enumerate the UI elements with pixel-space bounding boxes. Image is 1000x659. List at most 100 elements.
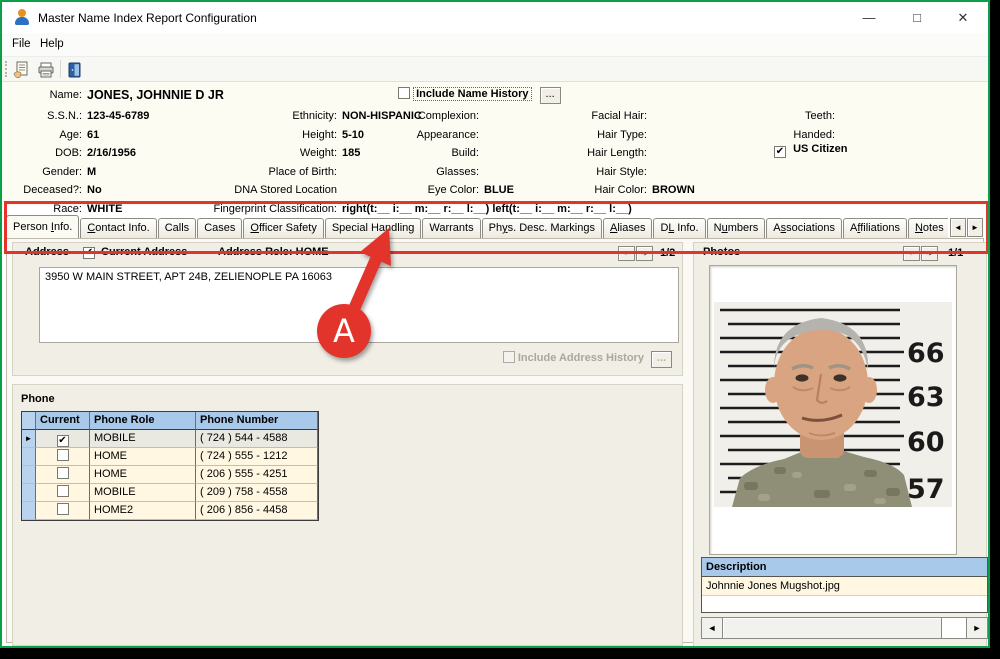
gender-value: M [87, 166, 96, 178]
app-window: Master Name Index Report Configuration —… [0, 0, 990, 648]
address-role-label: Address Role: HOME [218, 246, 329, 258]
tab-warrants[interactable]: Warrants [422, 218, 480, 238]
description-empty-area [702, 596, 987, 612]
scroll-right-icon[interactable]: ► [966, 617, 988, 639]
tab-aliases[interactable]: Aliases [603, 218, 652, 238]
phone-header-number: Phone Number [196, 412, 318, 430]
phone-current-checkbox[interactable] [57, 467, 69, 479]
phone-cell-number[interactable]: ( 209 ) 758 - 4558 [196, 484, 318, 502]
phone-cell-number[interactable]: ( 206 ) 555 - 4251 [196, 466, 318, 484]
phone-cell-role[interactable]: HOME [90, 448, 196, 466]
address-group: Address ✔ Current Address Address Role: … [12, 242, 683, 376]
phone-current-checkbox[interactable] [57, 449, 69, 461]
phone-cell-current [36, 502, 90, 520]
photos-next-icon[interactable]: -> [921, 246, 938, 261]
minimize-button[interactable]: — [852, 2, 886, 33]
scrollbar-track[interactable] [723, 617, 966, 639]
eye-color-label: Eye Color: [362, 181, 484, 200]
row-marker-cell[interactable] [22, 502, 36, 520]
name-value: JONES, JOHNNIE D JR [87, 88, 224, 102]
form-column-5: Teeth: Handed: [730, 107, 840, 144]
name-history-more-button[interactable]: ... [540, 87, 561, 104]
phone-cell-number[interactable]: ( 206 ) 856 - 4458 [196, 502, 318, 520]
form-column-3: Complexion: Appearance: Build: Glasses: … [362, 107, 514, 200]
tab-phys-desc-markings[interactable]: Phys. Desc. Markings [482, 218, 602, 238]
tab-calls[interactable]: Calls [158, 218, 196, 238]
weight-value: 185 [342, 147, 360, 159]
row-marker-cell[interactable]: ► [22, 430, 36, 448]
height-value: 5-10 [342, 129, 364, 141]
include-address-history-row: Include Address History ... [503, 351, 672, 368]
phone-table: Current Phone Role Phone Number ► ✔ MOBI… [21, 411, 319, 521]
row-marker-cell[interactable] [22, 484, 36, 502]
close-button[interactable]: ✕ [946, 2, 980, 33]
row-marker-cell[interactable] [22, 466, 36, 484]
tab-cases[interactable]: Cases [197, 218, 242, 238]
photos-prev-icon: <- [903, 246, 920, 261]
phone-cell-number[interactable]: ( 724 ) 555 - 1212 [196, 448, 318, 466]
appearance-label: Appearance: [362, 126, 484, 145]
screenshot-root: { "colors": { "annotation_red": "#E3342B… [0, 0, 1000, 659]
menu-help[interactable]: Help [36, 37, 68, 51]
teeth-label: Teeth: [730, 107, 840, 126]
tab-officer-safety[interactable]: Officer Safety [243, 218, 323, 238]
current-address-checkbox[interactable]: ✔ [83, 247, 95, 259]
tab-affiliations[interactable]: Affiliations [843, 218, 907, 238]
maximize-button[interactable]: □ [900, 2, 934, 33]
tab-scroll-right-icon[interactable]: ► [967, 218, 983, 237]
race-value: WHITE [87, 203, 122, 215]
eye-color-value: BLUE [484, 184, 514, 196]
phone-cell-number[interactable]: ( 724 ) 544 - 4588 [196, 430, 318, 448]
phone-current-checkbox[interactable] [57, 503, 69, 515]
address-textbox[interactable]: 3950 W MAIN STREET, APT 24B, ZELIENOPLE … [39, 267, 679, 343]
include-name-history-label: Include Name History [413, 87, 531, 101]
ruler-mark: 66 [907, 338, 945, 369]
hair-color-value: BROWN [652, 184, 695, 196]
phone-cell-role[interactable]: HOME2 [90, 502, 196, 520]
facial-hair-label: Facial Hair: [522, 107, 652, 126]
us-citizen-checkbox[interactable]: ✔ [774, 146, 786, 158]
complexion-label: Complexion: [362, 107, 484, 126]
ruler-mark: 60 [907, 427, 945, 458]
age-value: 61 [87, 129, 99, 141]
tab-dl-info[interactable]: DL Info. [653, 218, 705, 238]
description-horizontal-scrollbar: ◄ ► [701, 617, 988, 639]
row-marker-cell[interactable] [22, 448, 36, 466]
menu-file[interactable]: File [8, 37, 35, 51]
address-prev-icon: <- [618, 246, 635, 261]
photos-group: Photos <- -> 1/1 [693, 242, 987, 647]
tab-associations[interactable]: Associations [766, 218, 842, 238]
phone-cell-role[interactable]: MOBILE [90, 430, 196, 448]
menu-bar: File Help [2, 33, 988, 56]
dna-stored-location-label: DNA Stored Location [150, 181, 342, 200]
address-history-more-button: ... [651, 351, 672, 368]
ssn-label: S.S.N.: [2, 107, 87, 126]
name-label: Name: [2, 86, 87, 105]
phone-current-checkbox[interactable] [57, 485, 69, 497]
include-address-history-label: Include Address History [518, 352, 644, 364]
tab-notes[interactable]: Notes [908, 218, 948, 238]
toolbar-separator [60, 60, 61, 78]
row-marker-icon: ► [25, 434, 33, 443]
description-row[interactable]: Johnnie Jones Mugshot.jpg [702, 577, 987, 596]
tab-contact-info[interactable]: Contact Info. [80, 218, 156, 238]
tab-special-handling[interactable]: Special Handling [325, 218, 422, 238]
scrollbar-thumb[interactable] [723, 618, 942, 638]
toolbar [2, 56, 988, 82]
scroll-left-icon[interactable]: ◄ [701, 617, 723, 639]
photos-section-label: Photos [703, 246, 740, 258]
address-next-icon[interactable]: -> [636, 246, 653, 261]
tab-scroll-left-icon[interactable]: ◄ [950, 218, 966, 237]
phone-current-checkbox[interactable]: ✔ [57, 435, 69, 447]
description-table: Description Johnnie Jones Mugshot.jpg [701, 557, 988, 613]
report-icon[interactable] [13, 61, 31, 79]
phone-cell-role[interactable]: MOBILE [90, 484, 196, 502]
phone-cell-current: ✔ [36, 430, 90, 448]
print-icon[interactable] [37, 61, 55, 79]
include-name-history-checkbox[interactable] [398, 87, 410, 99]
exit-icon[interactable] [66, 61, 84, 79]
phone-cell-role[interactable]: HOME [90, 466, 196, 484]
deceased-label: Deceased?: [2, 181, 87, 200]
tab-numbers[interactable]: Numbers [707, 218, 766, 238]
tab-person-info[interactable]: Person Info. [6, 215, 79, 238]
